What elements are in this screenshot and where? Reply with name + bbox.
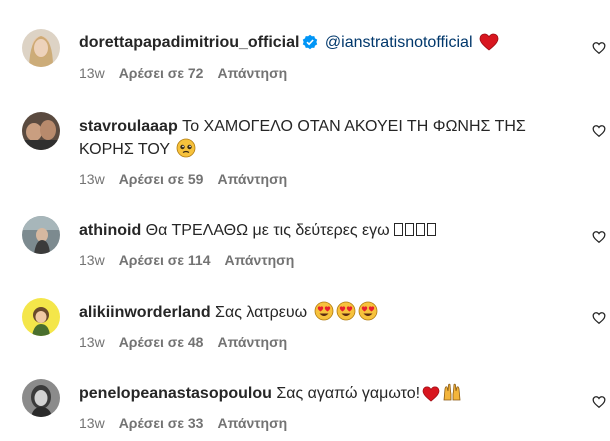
red-heart-icon <box>422 386 440 409</box>
comment-username[interactable]: athinoid <box>79 222 141 239</box>
comment-username[interactable]: penelopeanastasopoulou <box>79 385 272 402</box>
likes-count[interactable]: Αρέσει σε 59 <box>119 171 204 187</box>
avatar-image <box>22 298 60 336</box>
reply-button[interactable]: Απάντηση <box>217 171 287 187</box>
reply-button[interactable]: Απάντηση <box>217 334 287 350</box>
comment-meta: 13w Αρέσει σε 33 Απάντηση <box>79 414 301 432</box>
avatar[interactable] <box>22 112 60 150</box>
comment-username[interactable]: dorettapapadimitriou_official <box>79 34 299 51</box>
likes-count[interactable]: Αρέσει σε 114 <box>119 252 211 268</box>
comment-text: athinoid Θα ΤΡΕΛΑΘΩ με τις δεύτερες εγω <box>79 220 554 242</box>
comment-username[interactable]: stavroulaaap <box>79 118 178 135</box>
red-heart-icon <box>479 33 499 58</box>
comment-text: penelopeanastasopoulou Σας αγαπώ γαμωτο! <box>79 382 554 409</box>
comment-time: 13w <box>79 65 105 81</box>
pleading-face-icon <box>176 138 196 165</box>
like-icon[interactable] <box>592 124 606 138</box>
comment-meta: 13w Αρέσει σε 114 Απάντηση <box>79 251 308 269</box>
reply-button[interactable]: Απάντηση <box>217 65 287 81</box>
comment-time: 13w <box>79 334 105 350</box>
likes-count[interactable]: Αρέσει σε 48 <box>119 334 204 350</box>
comment-text: alikiinworderland Σας λατρευω <box>79 301 554 324</box>
unrendered-glyph-icon <box>394 222 438 239</box>
like-icon[interactable] <box>592 395 606 409</box>
avatar-image <box>22 29 60 67</box>
like-icon[interactable] <box>592 230 606 244</box>
reply-button[interactable]: Απάντηση <box>217 415 287 431</box>
comment-body: Σας λατρευω <box>215 304 308 321</box>
comment-time: 13w <box>79 171 105 187</box>
comment-body: Σας αγαπώ γαμωτο! <box>276 385 421 402</box>
likes-count[interactable]: Αρέσει σε 33 <box>119 415 204 431</box>
raised-hands-icon <box>442 382 462 409</box>
comment-text: dorettapapadimitriou_official @ianstrati… <box>79 32 554 58</box>
avatar-image <box>22 112 60 150</box>
comment-body: Θα ΤΡΕΛΑΘΩ με τις δεύτερες εγω <box>145 222 390 239</box>
comment-username[interactable]: alikiinworderland <box>79 304 211 321</box>
likes-count[interactable]: Αρέσει σε 72 <box>119 65 204 81</box>
comment-text: stavroulaaap Το ΧΑΜΟΓΕΛΟ ΟΤΑΝ ΑΚΟΥΕΙ ΤΗ … <box>79 116 554 165</box>
avatar-image <box>22 379 60 417</box>
like-icon[interactable] <box>592 41 606 55</box>
mention-link[interactable]: @ianstratisnotofficial <box>325 34 473 51</box>
comment-meta: 13w Αρέσει σε 48 Απάντηση <box>79 333 301 351</box>
comment-meta: 13w Αρέσει σε 72 Απάντηση <box>79 64 301 82</box>
avatar-image <box>22 216 60 254</box>
comment-time: 13w <box>79 252 105 268</box>
comment-time: 13w <box>79 415 105 431</box>
comment-meta: 13w Αρέσει σε 59 Απάντηση <box>79 170 301 188</box>
avatar[interactable] <box>22 216 60 254</box>
reply-button[interactable]: Απάντηση <box>224 252 294 268</box>
avatar[interactable] <box>22 379 60 417</box>
heart-eyes-face-icon <box>312 301 378 321</box>
verified-badge-icon <box>302 34 318 57</box>
like-icon[interactable] <box>592 311 606 325</box>
avatar[interactable] <box>22 29 60 67</box>
avatar[interactable] <box>22 298 60 336</box>
